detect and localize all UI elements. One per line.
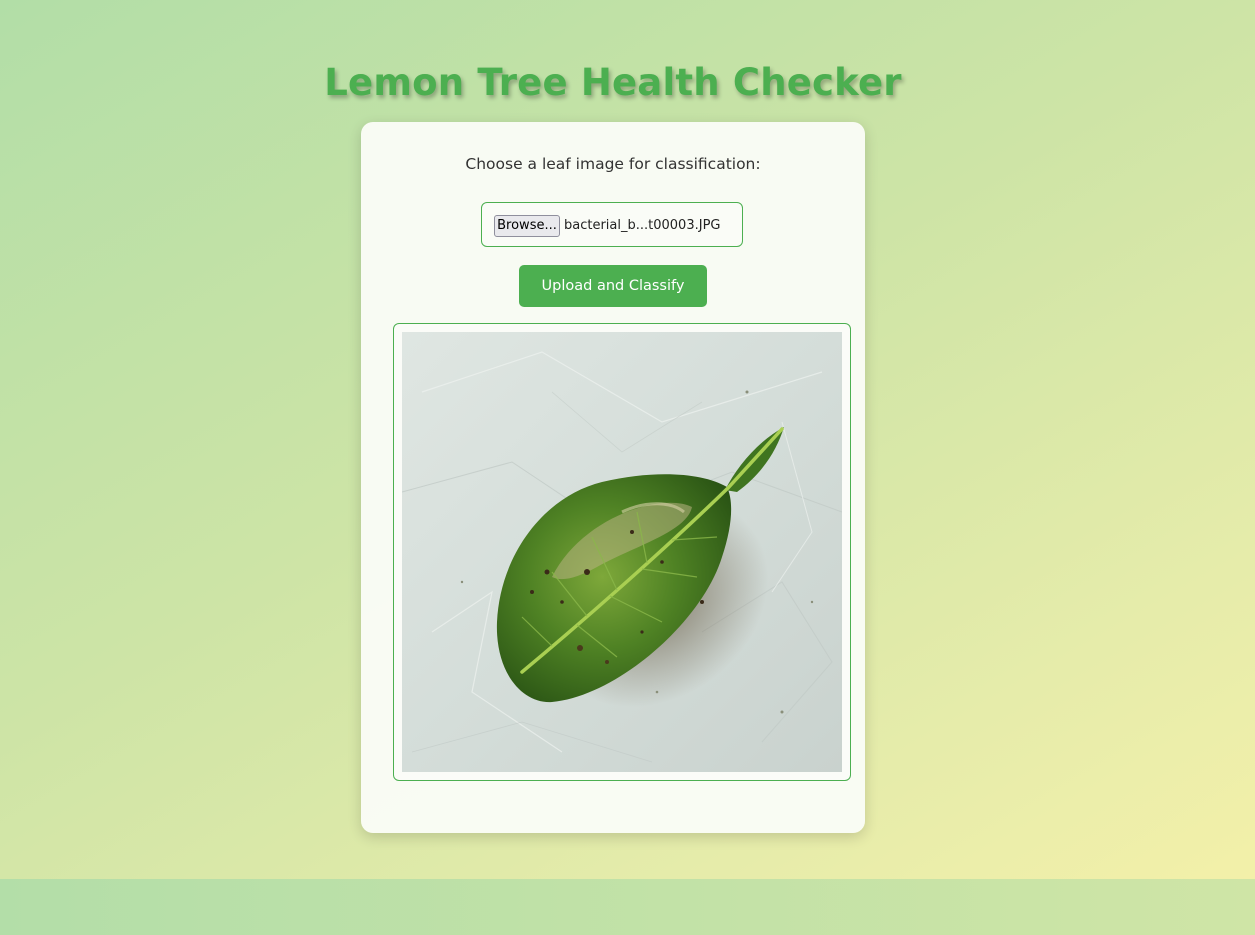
- leaf-preview-image: [402, 332, 842, 772]
- browse-button[interactable]: Browse...: [494, 215, 560, 237]
- image-preview-frame: [393, 323, 851, 781]
- selected-file-name: bacterial_b...t00003.JPG: [564, 218, 721, 233]
- file-prompt-label: Choose a leaf image for classification:: [465, 155, 761, 173]
- file-input[interactable]: Browse... bacterial_b...t00003.JPG: [481, 202, 743, 247]
- upload-card: Choose a leaf image for classification: …: [361, 122, 865, 833]
- page-title: Lemon Tree Health Checker: [324, 61, 902, 104]
- upload-classify-button[interactable]: Upload and Classify: [519, 265, 707, 307]
